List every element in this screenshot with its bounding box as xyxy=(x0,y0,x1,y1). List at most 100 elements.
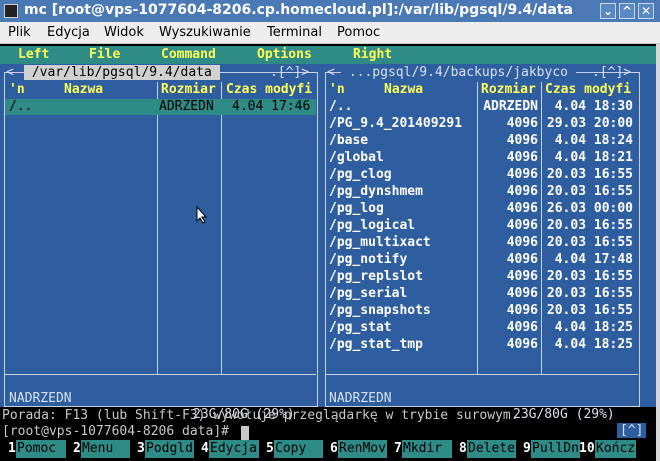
fkey-number: 7 xyxy=(394,441,402,456)
fkey-label: Kończ xyxy=(595,440,636,458)
mc-menu-left[interactable]: Left xyxy=(18,47,49,62)
right-row-name: /pg_dynshmem xyxy=(329,184,423,199)
fkey-label: Podgld xyxy=(145,440,194,458)
right-row-time: 4.04 18:24 xyxy=(554,133,633,148)
right-file-row[interactable]: /pg_dynshmem 4096 20.03 16:55 xyxy=(323,184,645,201)
right-row-size: 4096 xyxy=(506,150,538,165)
fkey-label: PullDn xyxy=(531,440,580,458)
menu-terminal[interactable]: Terminal xyxy=(267,25,322,40)
mc-menu-file[interactable]: File xyxy=(89,47,120,62)
left-col-size-header[interactable]: Rozmiar xyxy=(161,82,216,97)
right-file-row[interactable]: /pg_stat_tmp 4096 4.04 18:25 xyxy=(323,337,645,354)
right-file-row[interactable]: /.. ADRZEDN 4.04 18:30 xyxy=(323,99,645,116)
left-panel-path-controls[interactable]: .[^]> xyxy=(270,65,309,80)
left-col-name-header[interactable]: Nazwa xyxy=(64,82,103,97)
menu-edycja[interactable]: Edycja xyxy=(47,25,90,40)
command-prompt[interactable]: [root@vps-1077604-8206 data]# [^] xyxy=(0,423,656,441)
right-col-size-header[interactable]: Rozmiar xyxy=(481,82,536,97)
fkey-3[interactable]: 3 Podgld xyxy=(129,440,194,458)
right-row-time: 26.03 00:00 xyxy=(546,201,633,216)
right-row-size: 4096 xyxy=(506,133,538,148)
left-col-n-header[interactable]: 'n xyxy=(9,82,25,97)
menu-pomoc[interactable]: Pomoc xyxy=(337,25,380,40)
right-row-name: /base xyxy=(329,133,369,148)
menu-widok[interactable]: Widok xyxy=(104,25,144,40)
left-row-time: 4.04 17:46 xyxy=(232,99,311,114)
right-row-name: /pg_stat xyxy=(329,320,392,335)
fkey-2[interactable]: 2 Menu xyxy=(65,440,130,458)
close-button[interactable]: ✕ xyxy=(638,3,654,19)
left-row-size: ADRZEDN xyxy=(159,99,214,114)
fkey-label: Delete xyxy=(467,440,516,458)
right-row-name: /PG_9.4_201409291 xyxy=(329,116,463,131)
right-file-row[interactable]: /base 4096 4.04 18:24 xyxy=(323,133,645,150)
right-row-name: /pg_multixact xyxy=(329,235,431,250)
fkey-number: 8 xyxy=(459,441,467,456)
right-panel[interactable]: < ...pgsql/9.4/backups/jakbyco .[^]> 'n … xyxy=(323,64,645,422)
right-row-name: /global xyxy=(329,150,384,165)
right-file-row[interactable]: /pg_snapshots 4096 20.03 16:55 xyxy=(323,303,645,320)
window-title: mc [root@vps-1077604-8206.cp.homecloud.p… xyxy=(24,2,573,18)
right-row-time: 20.03 16:55 xyxy=(546,269,633,284)
menu-plik[interactable]: Plik xyxy=(8,25,31,40)
right-file-row[interactable]: /pg_notify 4096 4.04 17:48 xyxy=(323,252,645,269)
menu-wyszukiwanie[interactable]: Wyszukiwanie xyxy=(159,25,251,40)
fkey-10[interactable]: 10 Kończ xyxy=(579,440,636,458)
fkey-6[interactable]: 6 RenMov xyxy=(322,440,387,458)
right-row-size: 4096 xyxy=(506,116,538,131)
left-panel[interactable]: < /var/lib/pgsql/9.4/data .[^]> 'n Nazwa… xyxy=(0,64,323,422)
right-row-time: 29.03 20:00 xyxy=(546,116,633,131)
right-row-name: /pg_clog xyxy=(329,167,392,182)
mc-menu-command[interactable]: Command xyxy=(161,47,216,62)
right-panel-path-controls[interactable]: .[^]> xyxy=(592,65,631,80)
right-file-row[interactable]: /pg_multixact 4096 20.03 16:55 xyxy=(323,235,645,252)
right-row-time: 4.04 17:48 xyxy=(554,252,633,267)
terminal-scrollbar[interactable] xyxy=(656,44,660,461)
fkey-number: 2 xyxy=(73,441,81,456)
left-col-time-header[interactable]: Czas modyfi xyxy=(226,82,312,97)
right-col-n-header[interactable]: 'n xyxy=(329,82,345,97)
maximize-button[interactable]: ^ xyxy=(619,3,635,19)
fkey-7[interactable]: 7 Mkdir xyxy=(386,440,452,458)
fkey-9[interactable]: 9 PullDn xyxy=(515,440,580,458)
prompt-control[interactable]: [^] xyxy=(617,423,647,438)
right-file-row[interactable]: /pg_stat 4096 4.04 18:25 xyxy=(323,320,645,337)
right-row-name: /pg_replslot xyxy=(329,269,423,284)
right-row-size: 4096 xyxy=(506,218,538,233)
right-row-time: 20.03 16:55 xyxy=(546,235,633,250)
left-panel-path[interactable]: /var/lib/pgsql/9.4/data xyxy=(24,65,220,80)
fkey-number: 10 xyxy=(579,441,595,456)
right-file-row[interactable]: /pg_log 4096 26.03 00:00 xyxy=(323,201,645,218)
right-row-name: /pg_stat_tmp xyxy=(329,337,423,352)
fkey-1[interactable]: 1 Pomoc xyxy=(0,440,66,458)
right-row-time: 20.03 16:55 xyxy=(546,303,633,318)
right-row-time: 20.03 16:55 xyxy=(546,286,633,301)
right-file-row[interactable]: /pg_replslot 4096 20.03 16:55 xyxy=(323,269,645,286)
right-file-row[interactable]: /pg_clog 4096 20.03 16:55 xyxy=(323,167,645,184)
fkey-5[interactable]: 5 Copy xyxy=(258,440,323,458)
right-row-size: 4096 xyxy=(506,184,538,199)
right-file-row[interactable]: /pg_serial 4096 20.03 16:55 xyxy=(323,286,645,303)
right-row-name: /.. xyxy=(329,99,353,114)
mc-menu-options[interactable]: Options xyxy=(257,47,312,62)
fkey-4[interactable]: 4 Edycja xyxy=(193,440,259,458)
minimize-button[interactable]: ⌄ xyxy=(600,3,616,19)
right-file-row[interactable]: /pg_logical 4096 20.03 16:55 xyxy=(323,218,645,235)
right-file-row[interactable]: /global 4096 4.04 18:21 xyxy=(323,150,645,167)
right-panel-corner: < xyxy=(327,65,335,80)
terminal-screen[interactable]: Left File Command Options Right < /var/l… xyxy=(0,44,656,461)
right-row-size: 4096 xyxy=(506,235,538,250)
mouse-pointer-icon xyxy=(196,206,208,224)
left-panel-corner: < xyxy=(6,65,14,80)
right-panel-separator xyxy=(326,374,638,375)
right-file-row[interactable]: /PG_9.4_201409291 4096 29.03 20:00 xyxy=(323,116,645,133)
right-col-time-header[interactable]: Czas modyfi xyxy=(545,82,631,97)
fkey-8[interactable]: 8 Delete xyxy=(451,440,516,458)
left-selected-row[interactable]: /.. ADRZEDN 4.04 17:46 xyxy=(5,99,316,115)
right-panel-path[interactable]: ...pgsql/9.4/backups/jakbyco xyxy=(341,65,576,80)
left-panel-frame xyxy=(4,72,318,407)
prompt-text: [root@vps-1077604-8206 data]# xyxy=(2,424,237,439)
window-titlebar[interactable]: mc [root@vps-1077604-8206.cp.homecloud.p… xyxy=(0,0,660,22)
right-col-name-header[interactable]: Nazwa xyxy=(384,82,423,97)
mc-menu-right[interactable]: Right xyxy=(353,47,392,62)
